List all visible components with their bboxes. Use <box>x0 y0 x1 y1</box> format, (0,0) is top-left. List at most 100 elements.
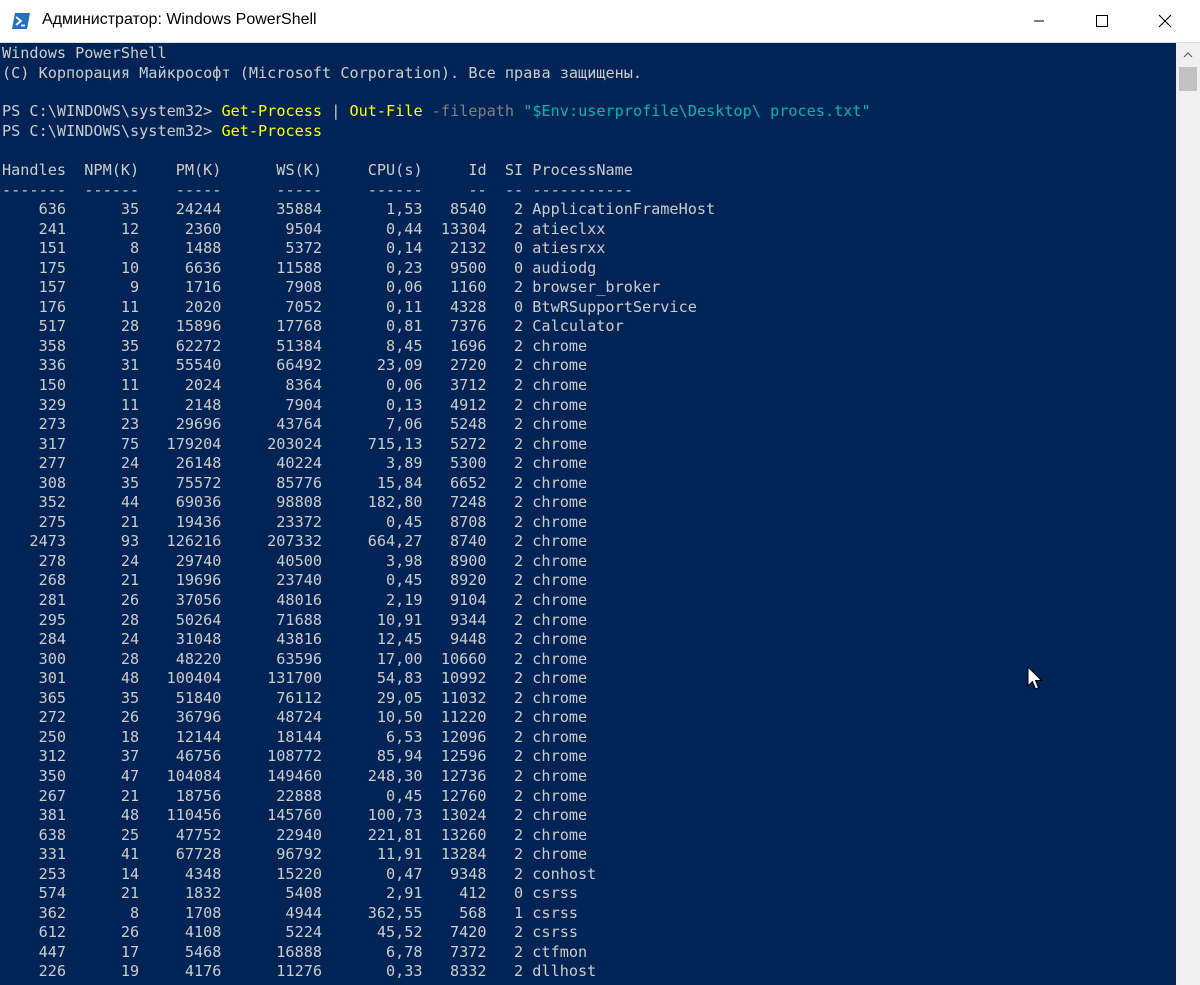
table-cell: 63596 <box>276 649 322 668</box>
table-cell: 2 <box>513 317 524 336</box>
table-cell: 5248 <box>450 415 487 434</box>
table-cell: 7052 <box>285 297 322 316</box>
table-cell: 12 <box>120 219 140 238</box>
table-row: 331 41 67728 96792 11,91 13284 2 chrome <box>2 844 588 864</box>
table-cell: 50264 <box>175 610 222 629</box>
table-cell: 35884 <box>276 200 322 218</box>
table-cell: 13260 <box>440 825 487 844</box>
table-row: 317 75 179204 203024 715,13 5272 2 chrome <box>2 434 588 454</box>
table-cell: 7372 <box>450 942 487 961</box>
table-cell: 12596 <box>440 747 487 766</box>
table-row: 301 48 100404 131700 54,83 10992 2 chrome <box>2 668 588 688</box>
table-row: 284 24 31048 43816 12,45 9448 2 chrome <box>2 629 588 649</box>
table-cell: 8 <box>129 903 140 922</box>
table-row: 226 19 4176 11276 0,33 8332 2 dllhost <box>2 961 597 981</box>
table-cell: 8332 <box>450 962 487 981</box>
table-row: 250 18 12144 18144 6,53 12096 2 chrome <box>2 727 588 747</box>
table-cell: 2 <box>513 493 524 512</box>
table-cell: 9344 <box>450 610 487 629</box>
table-cell: 2 <box>513 669 524 688</box>
table-cell: audiodg <box>532 258 597 277</box>
table-cell: 3712 <box>450 375 487 394</box>
close-icon <box>1158 14 1172 28</box>
table-cell: 272 <box>38 708 66 727</box>
table-cell: 331 <box>38 845 66 864</box>
table-cell: 43816 <box>276 630 322 649</box>
table-cell: 517 <box>38 317 66 336</box>
table-cell: 54,83 <box>376 669 423 688</box>
table-cell: 2 <box>513 786 524 805</box>
table-cell: chrome <box>532 493 588 512</box>
table-cell: 85776 <box>276 473 322 492</box>
table-row: 2473 93 126216 207332 664,27 8740 2 chrome <box>2 531 587 551</box>
table-cell: 268 <box>38 571 66 590</box>
table-row: 350 47 104084 149460 248,30 12736 2 chrome <box>2 766 588 786</box>
table-cell: 2 <box>513 200 524 218</box>
table-cell: 24 <box>120 551 140 570</box>
table-cell: 35 <box>120 200 140 218</box>
title-bar[interactable]: Администратор: Windows PowerShell <box>0 0 1200 43</box>
table-cell: 43764 <box>276 415 322 434</box>
table-cell: chrome <box>532 356 588 375</box>
table-cell: ctfmon <box>532 942 588 961</box>
table-cell: 2 <box>513 395 524 414</box>
table-cell: 2 <box>513 454 524 473</box>
table-cell: chrome <box>532 806 588 825</box>
close-button[interactable] <box>1142 0 1188 42</box>
table-cell: chrome <box>532 669 588 688</box>
scroll-up-button[interactable] <box>1176 43 1200 67</box>
copyright-line: (C) Корпорация Майкрософт (Microsoft Cor… <box>2 64 643 82</box>
table-cell: 0,06 <box>386 278 423 297</box>
scroll-thumb[interactable] <box>1179 67 1197 91</box>
table-cell: 2,19 <box>386 591 423 609</box>
table-cell: 1488 <box>184 239 222 258</box>
maximize-icon <box>1096 15 1108 27</box>
table-cell: 2 <box>513 532 524 551</box>
table-cell: 295 <box>38 610 66 629</box>
table-cell: 412 <box>459 884 487 903</box>
table-cell: 352 <box>38 493 66 512</box>
table-cell: 2 <box>513 571 524 590</box>
table-cell: 2 <box>513 356 524 375</box>
table-row: 241 12 2360 9504 0,44 13304 2 atieclxx <box>2 219 606 239</box>
table-cell: 203024 <box>267 434 322 453</box>
table-row: 278 24 29740 40500 3,98 8900 2 chrome <box>2 551 588 571</box>
table-cell: 149460 <box>267 766 322 785</box>
table-cell: 574 <box>38 884 66 903</box>
table-cell: 5300 <box>450 454 487 473</box>
table-cell: 44 <box>120 493 140 512</box>
maximize-button[interactable] <box>1079 0 1125 42</box>
table-cell: 29,05 <box>376 688 423 707</box>
table-cell: 447 <box>38 942 66 961</box>
table-cell: 362,55 <box>367 903 423 922</box>
table-cell: 6636 <box>184 258 222 277</box>
table-cell: 23740 <box>276 571 322 590</box>
table-cell: 11032 <box>440 688 487 707</box>
table-cell: 21 <box>120 512 140 531</box>
console-output[interactable]: Windows PowerShell (C) Корпорация Майкро… <box>0 43 1176 985</box>
prompt: PS C:\WINDOWS\system32> <box>2 122 222 140</box>
table-cell: 22888 <box>276 786 322 805</box>
table-cell: chrome <box>532 512 588 531</box>
vertical-scrollbar[interactable] <box>1176 43 1200 985</box>
table-cell: chrome <box>532 688 588 707</box>
table-cell: 16888 <box>276 942 322 961</box>
table-cell: 1832 <box>184 884 222 903</box>
table-cell: 67728 <box>175 845 222 864</box>
table-row: 358 35 62272 51384 8,45 1696 2 chrome <box>2 336 588 356</box>
table-cell: 150 <box>38 375 66 394</box>
table-cell: 96792 <box>276 845 322 864</box>
table-row: 275 21 19436 23372 0,45 8708 2 chrome <box>2 512 588 532</box>
table-cell: 15,84 <box>376 473 423 492</box>
table-cell: 284 <box>38 630 66 649</box>
table-cell: 24 <box>120 454 140 473</box>
table-cell: 1 <box>513 903 524 922</box>
table-cell: 0 <box>513 258 524 277</box>
table-cell: 301 <box>38 669 66 688</box>
table-cell: conhost <box>532 864 597 883</box>
table-row: 253 14 4348 15220 0,47 9348 2 conhost <box>2 864 597 884</box>
table-cell: 93 <box>120 532 140 551</box>
table-cell: 2132 <box>450 239 487 258</box>
table-cell: 4108 <box>184 923 222 942</box>
minimize-button[interactable] <box>1016 0 1062 42</box>
